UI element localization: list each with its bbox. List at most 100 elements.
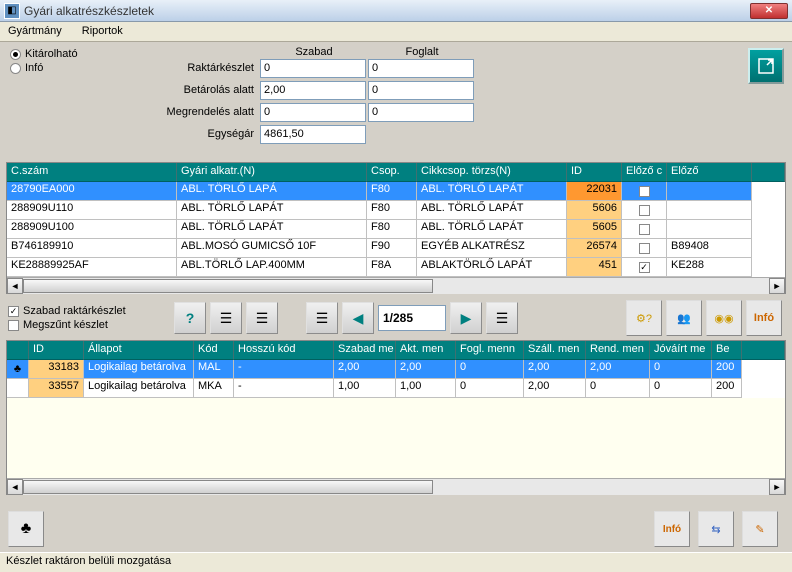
transfer-icon: ⇆ — [711, 523, 720, 536]
label-egysegar: Egységár — [130, 128, 260, 140]
table-row[interactable]: 288909U110ABL. TÖRLŐ LAPÁTF80ABL. TÖRLŐ … — [7, 201, 785, 220]
table-row[interactable]: 28790EA000ABL. TÖRLŐ LAPÁF80ABL. TÖRLŐ L… — [7, 182, 785, 201]
radio-label: Kitárolható — [25, 48, 78, 60]
input-egysegar[interactable] — [260, 125, 366, 144]
scroll-track[interactable] — [23, 479, 769, 495]
column-header[interactable]: ID — [29, 341, 84, 360]
column-header[interactable]: Cikkcsop. törzs(N) — [417, 163, 567, 182]
expand-button[interactable] — [748, 48, 784, 84]
table-row[interactable]: KE28889925AFABL.TÖRLŐ LAP.400MMF8AABLAKT… — [7, 258, 785, 277]
column-header[interactable]: Rend. men — [586, 341, 650, 360]
radio-kitarolhato[interactable]: Kitárolható — [10, 48, 120, 60]
table-cell: KE28889925AF — [7, 258, 177, 277]
column-header[interactable]: Be — [712, 341, 742, 360]
stock-grid[interactable]: IDÁllapotKódHosszú kódSzabad meAkt. menF… — [6, 340, 786, 495]
parts-grid[interactable]: C.számGyári alkatr.(N)Csop.Cikkcsop. tör… — [6, 162, 786, 294]
arrow-left-icon: ◀ — [353, 310, 364, 327]
gear-help-button[interactable]: ⚙? — [626, 300, 662, 336]
check-szabad-raktar[interactable]: ✓ Szabad raktárkészlet — [8, 305, 158, 317]
column-header[interactable]: ID — [567, 163, 622, 182]
table-row[interactable]: 33557Logikailag betárolvaMKA-1,001,0002,… — [7, 379, 785, 398]
list-button-2[interactable]: ☰ — [246, 302, 278, 334]
app-icon: ◧ — [4, 3, 20, 19]
list-button-1[interactable]: ☰ — [210, 302, 242, 334]
close-button[interactable]: ✕ — [750, 3, 788, 19]
table-cell: ABL. TÖRLŐ LAPÁ — [177, 182, 367, 201]
horizontal-scrollbar[interactable]: ◄► — [7, 277, 785, 293]
table-cell: 2,00 — [524, 360, 586, 379]
grid-header: C.számGyári alkatr.(N)Csop.Cikkcsop. tör… — [7, 163, 785, 182]
checkbox-icon[interactable]: ✓ — [639, 262, 650, 273]
column-header[interactable]: Előző — [667, 163, 752, 182]
window-title: Gyári alkatrészkészletek — [24, 4, 750, 18]
checkbox-icon[interactable] — [639, 243, 650, 254]
footer-edit-button[interactable]: ✎ — [742, 511, 778, 547]
column-header[interactable]: Jóváírt me — [650, 341, 712, 360]
horizontal-scrollbar[interactable]: ◄► — [7, 478, 785, 494]
table-cell: B89408 — [667, 239, 752, 258]
input-raktar-szabad[interactable] — [260, 59, 366, 78]
info-button[interactable]: Infó — [746, 300, 782, 336]
scroll-thumb[interactable] — [23, 279, 433, 293]
column-header[interactable]: Száll. men — [524, 341, 586, 360]
users-button[interactable]: 👥 — [666, 300, 702, 336]
checkbox-icon[interactable] — [639, 205, 650, 216]
page-input[interactable] — [378, 305, 446, 331]
input-megrendeles-foglalt[interactable] — [368, 103, 474, 122]
table-cell: 0 — [456, 379, 524, 398]
column-header[interactable]: Akt. men — [396, 341, 456, 360]
footer-transfer-button[interactable]: ⇆ — [698, 511, 734, 547]
table-cell: 288909U110 — [7, 201, 177, 220]
check-label: Szabad raktárkészlet — [23, 305, 126, 317]
scroll-left-icon[interactable]: ◄ — [7, 479, 23, 495]
column-header[interactable]: C.szám — [7, 163, 177, 182]
column-header[interactable]: Gyári alkatr.(N) — [177, 163, 367, 182]
next-page-button[interactable]: ▶ — [450, 302, 482, 334]
table-cell: 26574 — [567, 239, 622, 258]
last-page-button[interactable]: ☰ — [486, 302, 518, 334]
expand-icon — [756, 56, 776, 76]
help-button[interactable]: ? — [174, 302, 206, 334]
check-megszunt[interactable]: Megszűnt készlet — [8, 319, 158, 331]
column-header[interactable]: Előző c — [622, 163, 667, 182]
scroll-right-icon[interactable]: ► — [769, 278, 785, 294]
radio-info[interactable]: Infó — [10, 62, 120, 74]
table-cell: 2,00 — [334, 360, 396, 379]
footer-info-button[interactable]: Infó — [654, 511, 690, 547]
scroll-left-icon[interactable]: ◄ — [7, 278, 23, 294]
table-cell: 33183 — [29, 360, 84, 379]
table-cell: B746189910 — [7, 239, 177, 258]
label-betarolas: Betárolás alatt — [130, 84, 260, 96]
scroll-right-icon[interactable]: ► — [769, 479, 785, 495]
status-text: Készlet raktáron belüli mozgatása — [6, 555, 171, 567]
table-row[interactable]: B746189910ABL.MOSÓ GUMICSŐ 10FF90EGYÉB A… — [7, 239, 785, 258]
input-betarolas-foglalt[interactable] — [368, 81, 474, 100]
scroll-track[interactable] — [23, 278, 769, 294]
table-cell: 288909U100 — [7, 220, 177, 239]
first-page-button[interactable]: ☰ — [306, 302, 338, 334]
table-cell: F90 — [367, 239, 417, 258]
checkbox-icon[interactable] — [639, 224, 650, 235]
club-button[interactable] — [8, 511, 44, 547]
table-row[interactable]: ♣33183Logikailag betárolvaMAL-2,002,0002… — [7, 360, 785, 379]
column-header[interactable]: Fogl. menn — [456, 341, 524, 360]
input-raktar-foglalt[interactable] — [368, 59, 474, 78]
column-header[interactable]: Hosszú kód — [234, 341, 334, 360]
info-icon: Infó — [663, 524, 681, 535]
table-row[interactable]: 288909U100ABL. TÖRLŐ LAPÁTF80ABL. TÖRLŐ … — [7, 220, 785, 239]
table-cell: MAL — [194, 360, 234, 379]
coins-button[interactable]: ◉◉ — [706, 300, 742, 336]
checkbox-icon[interactable] — [639, 186, 650, 197]
first-icon: ☰ — [316, 310, 329, 327]
input-betarolas-szabad[interactable] — [260, 81, 366, 100]
column-header[interactable]: Kód — [194, 341, 234, 360]
scroll-thumb[interactable] — [23, 480, 433, 494]
menu-gyartmany[interactable]: Gyártmány — [4, 24, 66, 39]
prev-page-button[interactable]: ◀ — [342, 302, 374, 334]
column-header[interactable]: Szabad me — [334, 341, 396, 360]
column-header[interactable]: Csop. — [367, 163, 417, 182]
table-cell: 28790EA000 — [7, 182, 177, 201]
column-header[interactable]: Állapot — [84, 341, 194, 360]
input-megrendeles-szabad[interactable] — [260, 103, 366, 122]
menu-riportok[interactable]: Riportok — [78, 24, 127, 39]
